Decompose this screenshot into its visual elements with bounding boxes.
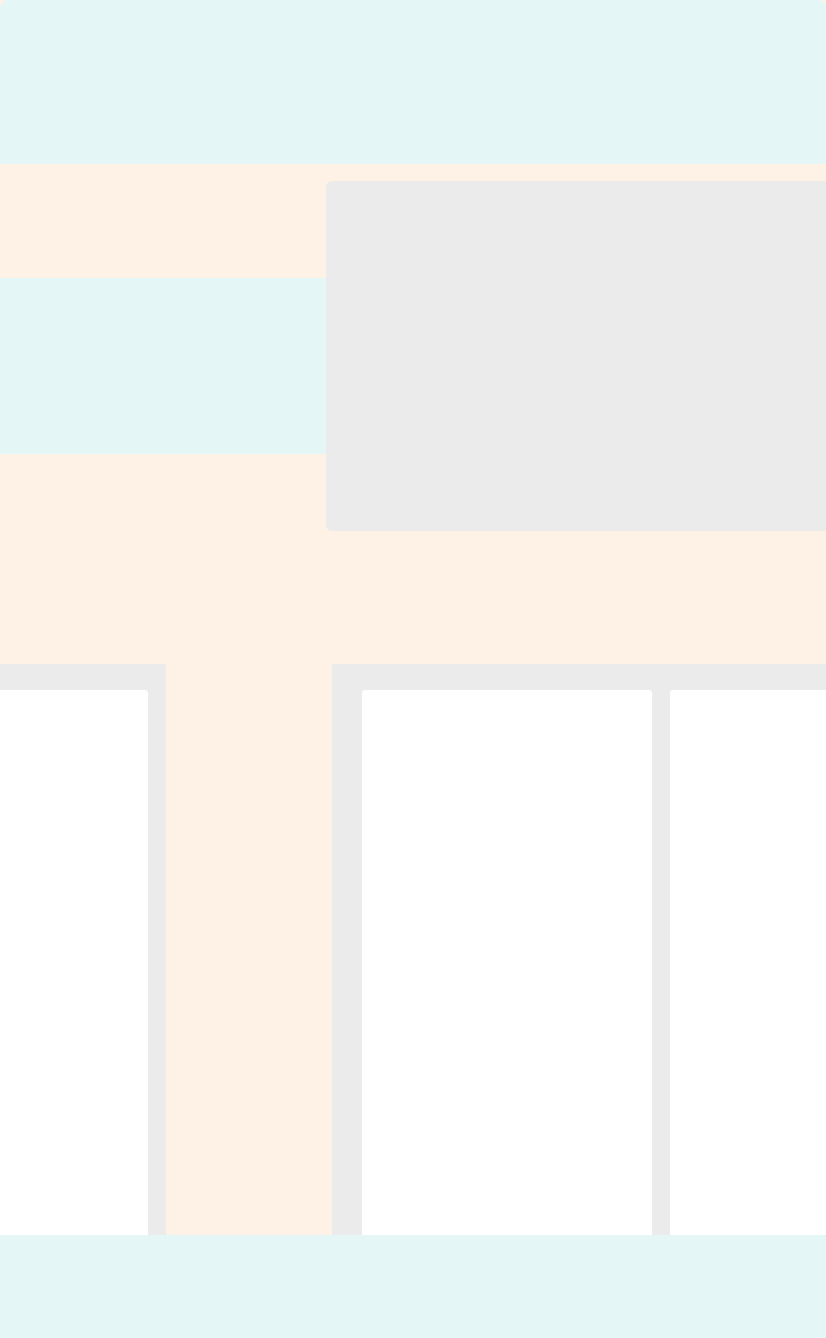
footer-skeleton (0, 1235, 826, 1338)
skeleton-page (0, 0, 826, 1338)
card-placeholder-3 (670, 690, 826, 1238)
card-placeholder-2 (362, 690, 652, 1238)
card-placeholder-1 (0, 690, 148, 1238)
header-skeleton (0, 0, 826, 164)
media-placeholder (326, 181, 826, 531)
section-skeleton (0, 278, 330, 454)
card-group-right (332, 664, 826, 1238)
card-group-left (0, 664, 166, 1238)
